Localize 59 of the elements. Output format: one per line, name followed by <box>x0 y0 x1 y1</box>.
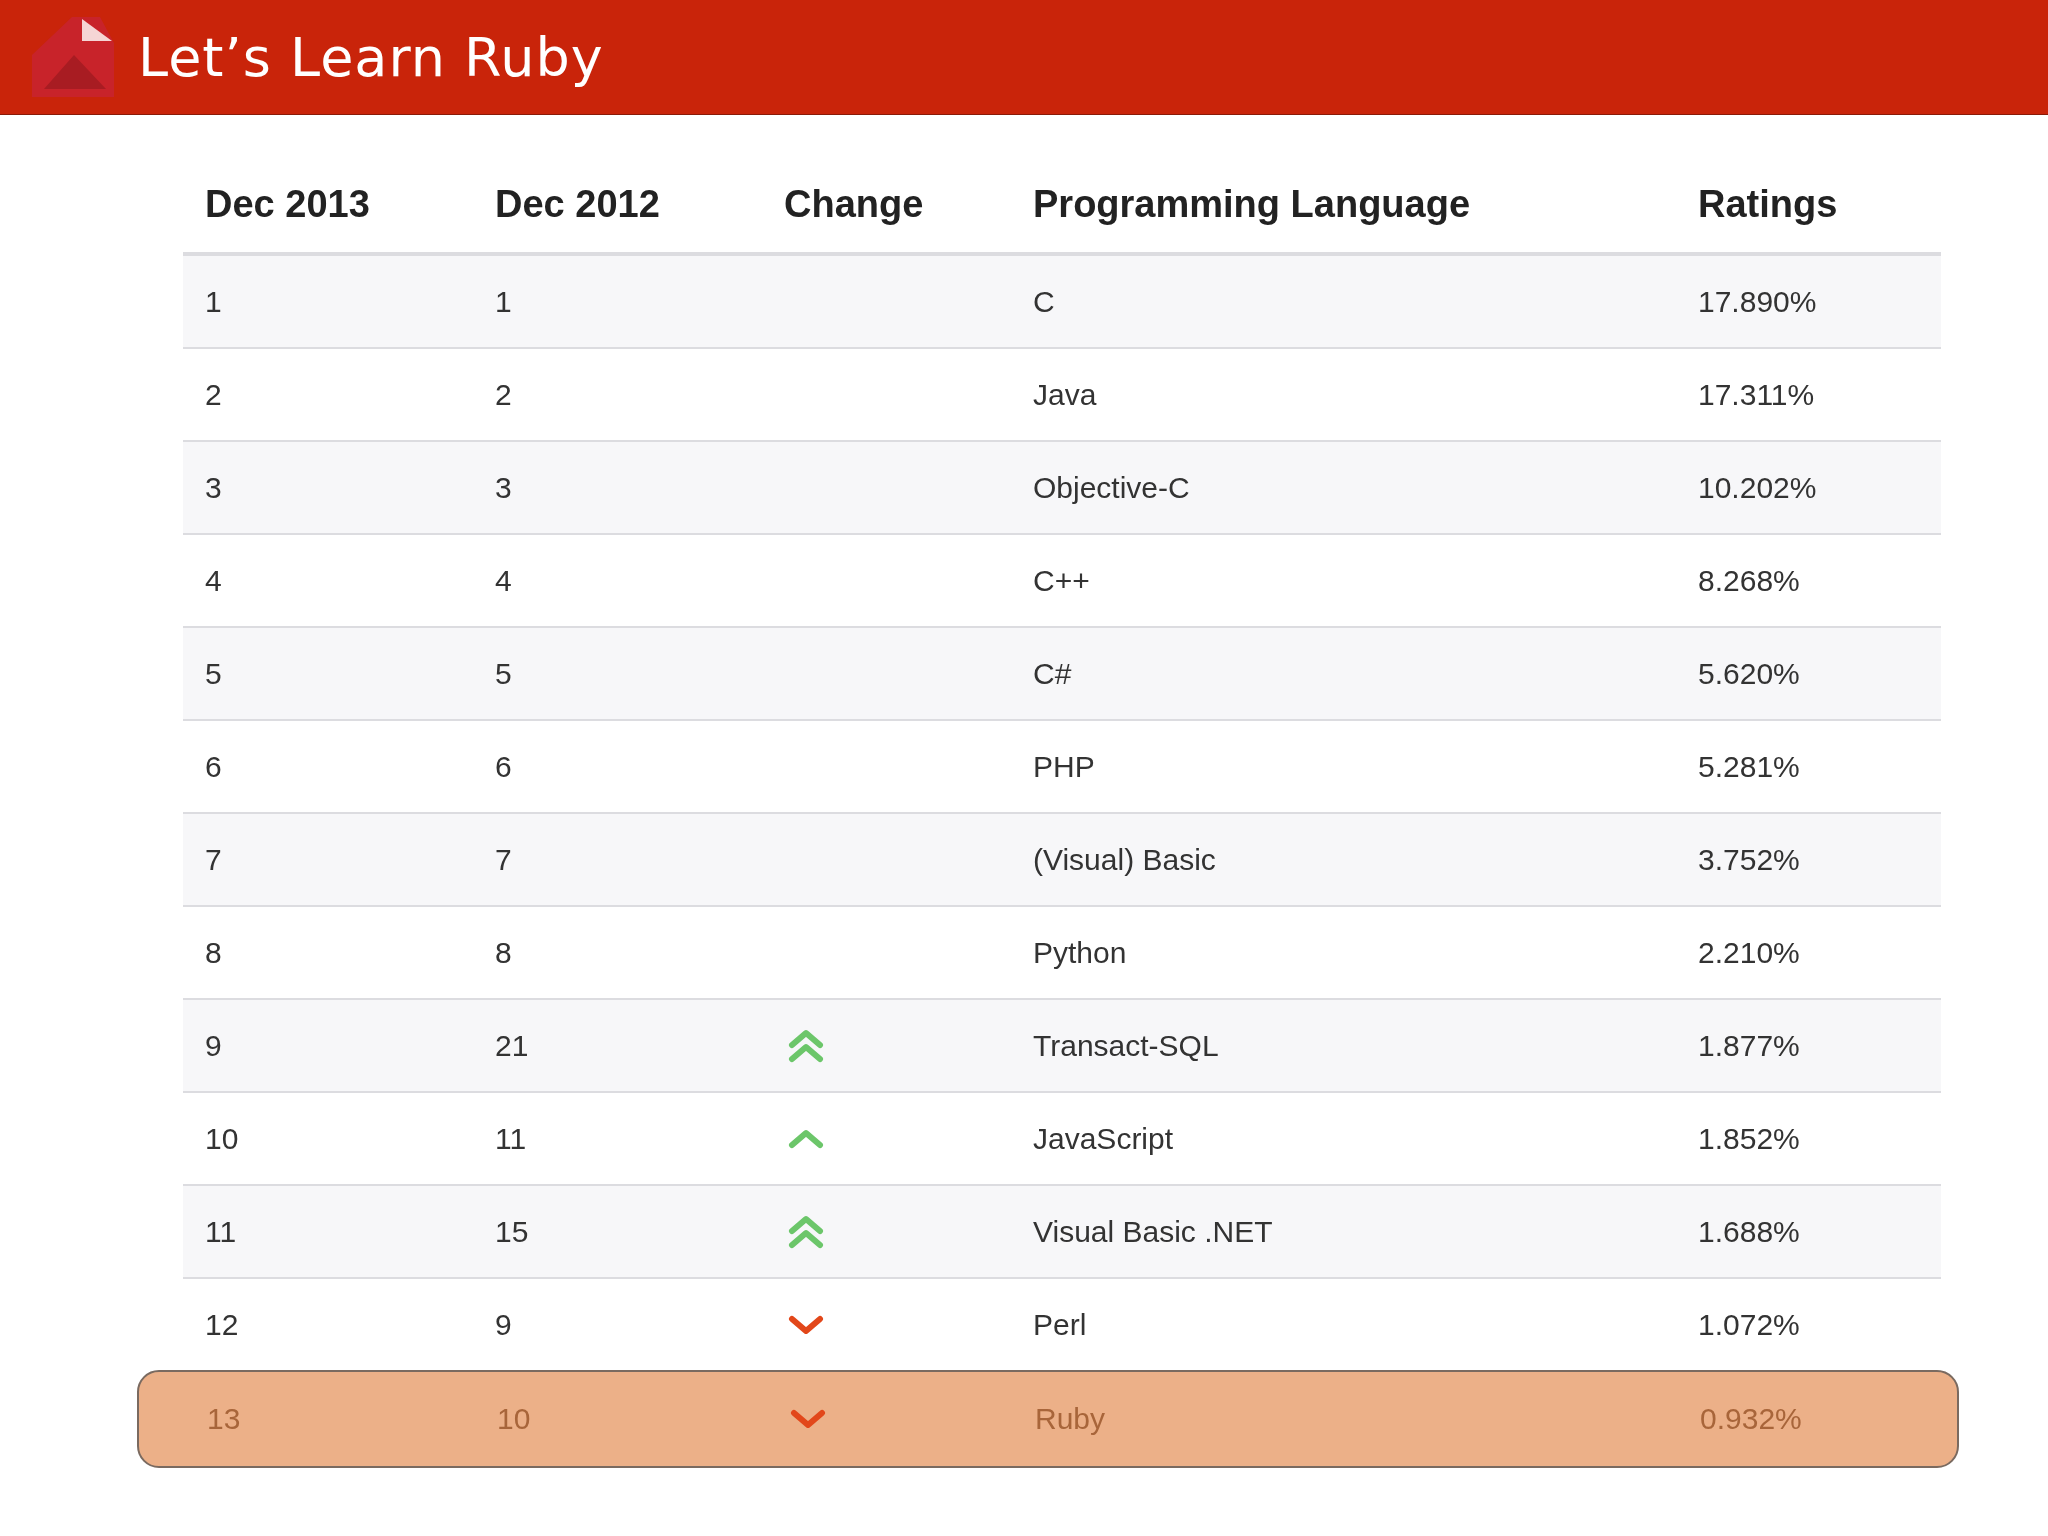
table-cell-text: 6 <box>495 749 513 784</box>
table-cell-text: 1 <box>495 284 513 319</box>
table-cell-text: 6 <box>205 749 223 784</box>
table-cell-text: Perl <box>1033 1307 1088 1342</box>
table-cell-text: 1.877% <box>1698 1028 1801 1063</box>
table-cell-text: 3 <box>495 470 513 505</box>
table-cell-text: 1.688% <box>1698 1214 1801 1249</box>
table-cell-text: 17.311% <box>1698 377 1816 412</box>
table-cell-text: 21 <box>495 1028 530 1063</box>
column-header: Dec 2012 <box>495 183 661 226</box>
table-cell-text: 12 <box>205 1307 240 1342</box>
table-cell-text: 4 <box>205 563 223 598</box>
table-cell-text: C <box>1033 284 1056 319</box>
table-cell-text: C# <box>1033 656 1073 691</box>
table-cell-text: 3.752% <box>1698 842 1801 877</box>
table-cell-text: 5 <box>495 656 513 691</box>
table-cell-text: Ruby <box>1035 1402 1107 1436</box>
table-cell-text: 7 <box>495 842 513 877</box>
table-cell-text: PHP <box>1033 749 1096 784</box>
column-header: Ratings <box>1698 183 1839 226</box>
table-cell-text: Python <box>1033 935 1128 970</box>
table-cell-text: 2 <box>495 377 513 412</box>
table-cell-text: 11 <box>495 1121 528 1156</box>
table-cell-text: 3 <box>205 470 223 505</box>
table-cell-text: 0.932% <box>1700 1402 1803 1436</box>
table-cell-text: Java <box>1033 377 1098 412</box>
table-cell-text: (Visual) Basic <box>1033 842 1217 877</box>
table-cell-text: 11 <box>205 1214 238 1249</box>
column-header: Programming Language <box>1033 183 1472 226</box>
table-cell-text: 5 <box>205 656 223 691</box>
table-cell-text: 5.620% <box>1698 656 1801 691</box>
table-cell-text: 10.202% <box>1698 470 1818 505</box>
table-cell-text: 13 <box>207 1402 242 1436</box>
table-cell-text: JavaScript <box>1033 1121 1175 1156</box>
table-cell-text: 8.268% <box>1698 563 1801 598</box>
table-cell-text: 9 <box>205 1028 223 1063</box>
table-cell-text: 17.890% <box>1698 284 1818 319</box>
table-cell-text: 2.210% <box>1698 935 1801 970</box>
table-cell-text: 9 <box>495 1307 513 1342</box>
table-cell-text: 4 <box>495 563 513 598</box>
column-header: Dec 2013 <box>205 183 371 226</box>
table-cell-text: Transact-SQL <box>1033 1028 1220 1063</box>
table-cell-text: 7 <box>205 842 223 877</box>
table-cell-text: 10 <box>497 1402 532 1436</box>
table-cell-text: 1.072% <box>1698 1307 1801 1342</box>
slide-title: Let’s Learn Ruby <box>138 25 604 89</box>
table-cell-text: 10 <box>205 1121 240 1156</box>
table-cell-text: 8 <box>205 935 223 970</box>
logo-icon <box>30 15 116 99</box>
table-cell-text: 15 <box>495 1214 530 1249</box>
column-header: Change <box>784 183 925 226</box>
table-cell-text: C++ <box>1033 563 1091 598</box>
table-cell-text: 2 <box>205 377 223 412</box>
table-cell-text: Objective-C <box>1033 470 1191 505</box>
table-cell-text: 1.852% <box>1698 1121 1801 1156</box>
table-cell-text: Visual Basic .NET <box>1033 1214 1274 1249</box>
table-cell-text: 1 <box>205 284 223 319</box>
table-cell-text: 5.281% <box>1698 749 1801 784</box>
table-cell-text: 8 <box>495 935 513 970</box>
